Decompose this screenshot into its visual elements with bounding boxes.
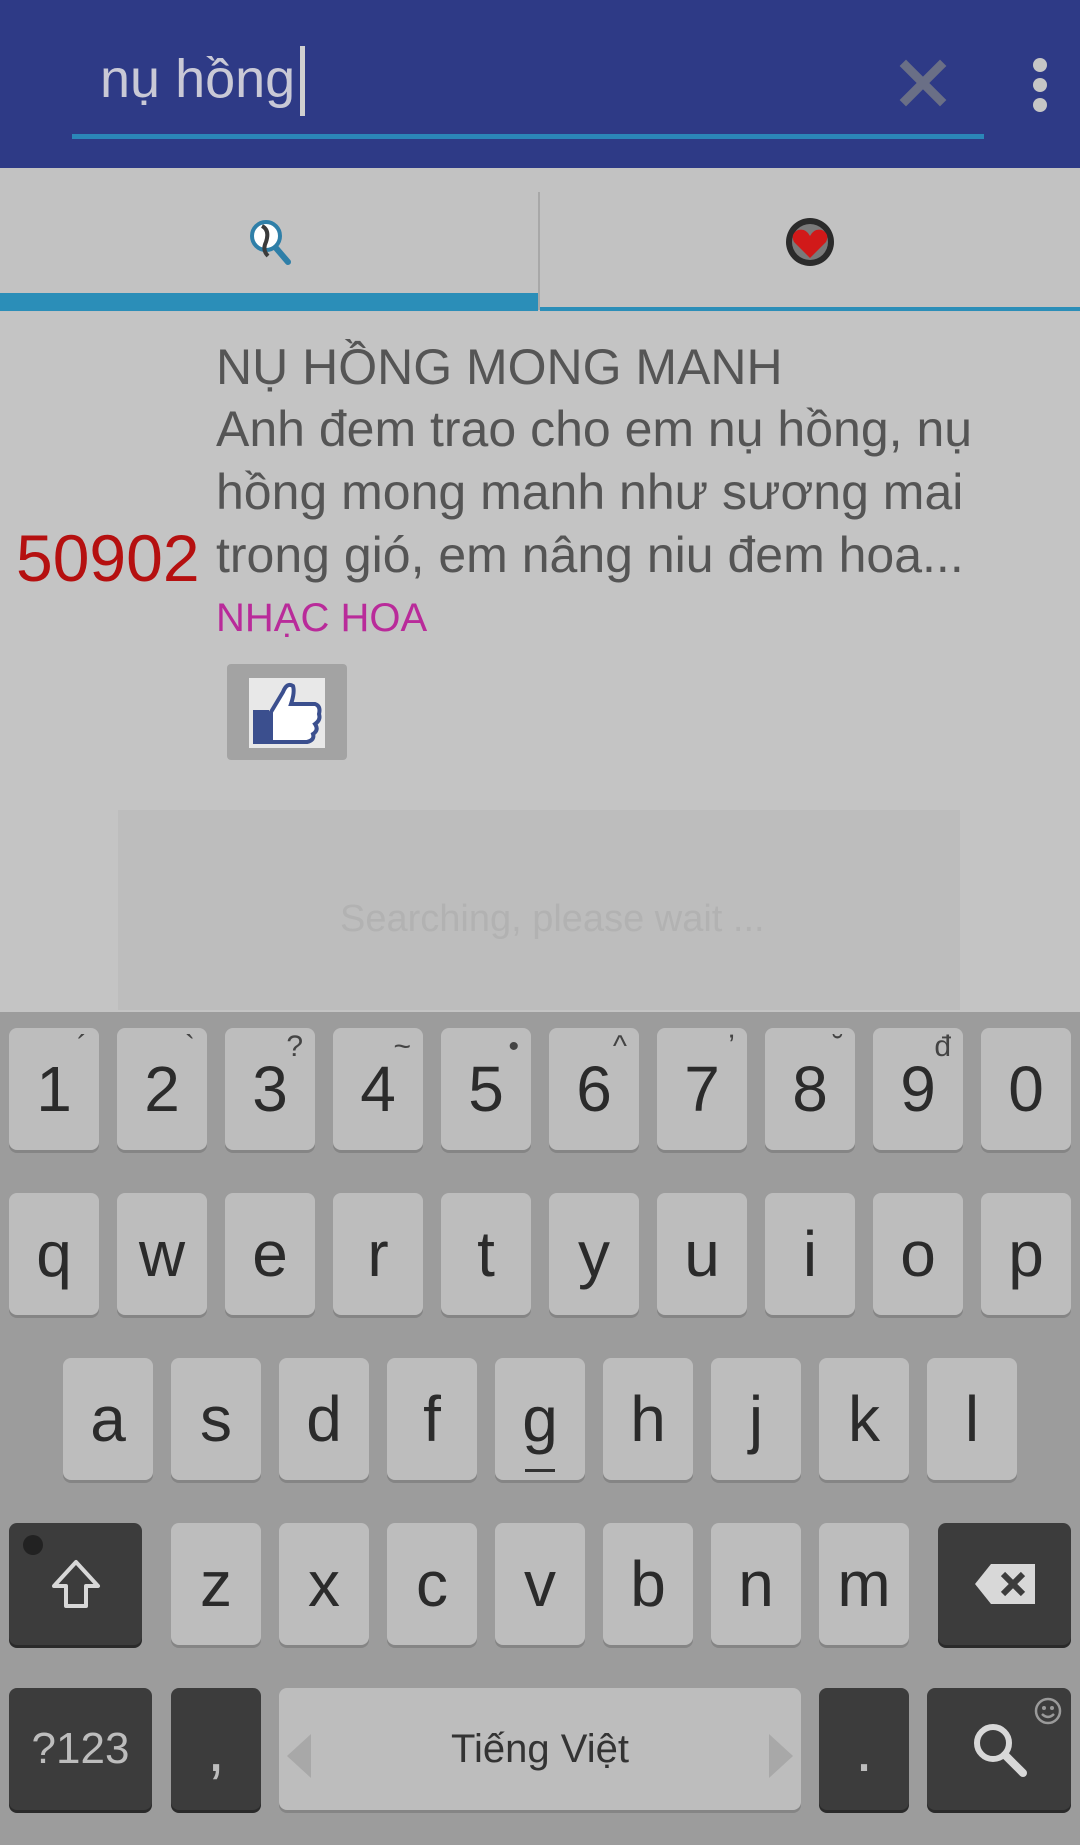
key-o[interactable]: o	[873, 1193, 963, 1315]
tab-search-person-icon[interactable]	[244, 216, 294, 266]
key-7[interactable]: 7ʼ	[657, 1028, 747, 1150]
key-e[interactable]: e	[225, 1193, 315, 1315]
key-q[interactable]: q	[9, 1193, 99, 1315]
search-input[interactable]: nụ hồng	[100, 48, 295, 110]
key-8[interactable]: 8 ˘	[765, 1028, 855, 1150]
more-vert-icon[interactable]	[1028, 58, 1052, 112]
period-key[interactable]: .	[819, 1688, 909, 1810]
key-m[interactable]: m	[819, 1523, 909, 1645]
key-b[interactable]: b	[603, 1523, 693, 1645]
space-key[interactable]: Tiếng Việt	[279, 1688, 801, 1810]
language-next-arrow	[769, 1734, 793, 1778]
language-prev-arrow	[287, 1734, 311, 1778]
key-0[interactable]: 0	[981, 1028, 1071, 1150]
search-icon	[974, 1724, 1027, 1777]
backspace-key[interactable]	[938, 1523, 1071, 1645]
key-a[interactable]: a	[63, 1358, 153, 1480]
key-3[interactable]: 3?	[225, 1028, 315, 1150]
key-y[interactable]: y	[549, 1193, 639, 1315]
song-lyrics[interactable]: Anh đem trao cho em nụ hồng, nụ hồng mon…	[216, 398, 1066, 587]
tab-bar	[0, 168, 1080, 312]
key-s[interactable]: s	[171, 1358, 261, 1480]
key-j[interactable]: j	[711, 1358, 801, 1480]
tab-indicator	[540, 307, 1080, 311]
key-9[interactable]: 9đ	[873, 1028, 963, 1150]
key-z[interactable]: z	[171, 1523, 261, 1645]
tab-heart-icon[interactable]	[784, 216, 836, 268]
search-key[interactable]	[927, 1688, 1071, 1810]
text-cursor	[300, 46, 305, 116]
song-category: NHẠC HOA	[216, 596, 428, 640]
backspace-icon	[974, 1564, 1035, 1604]
key-u[interactable]: u	[657, 1193, 747, 1315]
thumbs-up-icon	[249, 678, 325, 748]
key-l[interactable]: l	[927, 1358, 1017, 1480]
symbols-key[interactable]: ?123	[9, 1688, 152, 1810]
shift-icon	[51, 1560, 100, 1608]
key-v[interactable]: v	[495, 1523, 585, 1645]
shift-key[interactable]	[9, 1523, 142, 1645]
comma-key[interactable]: ,	[171, 1688, 261, 1810]
search-underline	[72, 134, 984, 139]
tab-indicator-selected	[0, 293, 538, 311]
key-c[interactable]: c	[387, 1523, 477, 1645]
key-x[interactable]: x	[279, 1523, 369, 1645]
key-d[interactable]: d	[279, 1358, 369, 1480]
key-4[interactable]: 4 ~	[333, 1028, 423, 1150]
key-f[interactable]: f	[387, 1358, 477, 1480]
like-button[interactable]	[227, 664, 347, 760]
key-1[interactable]: 1 ´	[9, 1028, 99, 1150]
key-t[interactable]: t	[441, 1193, 531, 1315]
song-title[interactable]: NỤ HỒNG MONG MANH	[216, 338, 783, 396]
key-p[interactable]: p	[981, 1193, 1071, 1315]
key-w[interactable]: w	[117, 1193, 207, 1315]
key-5[interactable]: 5 •	[441, 1028, 531, 1150]
key-6[interactable]: 6 ^	[549, 1028, 639, 1150]
progress-message: Searching, please wait ...	[340, 898, 765, 940]
key-k[interactable]: k	[819, 1358, 909, 1480]
key-i[interactable]: i	[765, 1193, 855, 1315]
key-h[interactable]: h	[603, 1358, 693, 1480]
close-icon[interactable]	[896, 56, 950, 110]
key-r[interactable]: r	[333, 1193, 423, 1315]
key-n[interactable]: n	[711, 1523, 801, 1645]
key-g[interactable]: g	[495, 1358, 585, 1480]
key-2[interactable]: 2 `	[117, 1028, 207, 1150]
emoji-icon	[1034, 1697, 1062, 1725]
song-number: 50902	[16, 521, 200, 595]
tab-divider	[538, 192, 540, 310]
